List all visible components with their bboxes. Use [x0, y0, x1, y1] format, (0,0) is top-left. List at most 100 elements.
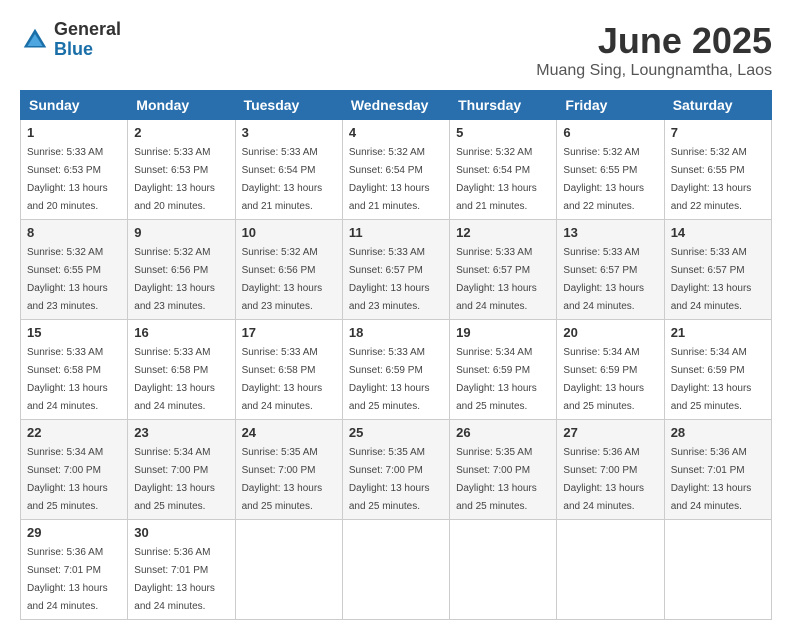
logo-blue: Blue: [54, 40, 121, 60]
day-info: Sunrise: 5:36 AMSunset: 7:01 PMDaylight:…: [134, 547, 215, 612]
table-row: [664, 520, 771, 620]
logo-general: General: [54, 20, 121, 40]
col-wednesday: Wednesday: [342, 91, 449, 120]
day-info: Sunrise: 5:34 AMSunset: 7:00 PMDaylight:…: [134, 447, 215, 512]
col-thursday: Thursday: [450, 91, 557, 120]
table-row: 9 Sunrise: 5:32 AMSunset: 6:56 PMDaylight…: [128, 220, 235, 320]
table-row: 11 Sunrise: 5:33 AMSunset: 6:57 PMDayligh…: [342, 220, 449, 320]
day-number: 29: [27, 525, 121, 540]
table-row: [235, 520, 342, 620]
day-info: Sunrise: 5:33 AMSunset: 6:58 PMDaylight:…: [242, 347, 323, 412]
day-info: Sunrise: 5:33 AMSunset: 6:57 PMDaylight:…: [456, 247, 537, 312]
day-number: 4: [349, 125, 443, 140]
day-number: 13: [563, 225, 657, 240]
day-info: Sunrise: 5:34 AMSunset: 6:59 PMDaylight:…: [563, 347, 644, 412]
day-info: Sunrise: 5:35 AMSunset: 7:00 PMDaylight:…: [349, 447, 430, 512]
table-row: 29 Sunrise: 5:36 AMSunset: 7:01 PMDayligh…: [21, 520, 128, 620]
table-row: 21 Sunrise: 5:34 AMSunset: 6:59 PMDayligh…: [664, 320, 771, 420]
day-info: Sunrise: 5:33 AMSunset: 6:53 PMDaylight:…: [27, 147, 108, 212]
day-info: Sunrise: 5:33 AMSunset: 6:58 PMDaylight:…: [27, 347, 108, 412]
day-info: Sunrise: 5:33 AMSunset: 6:58 PMDaylight:…: [134, 347, 215, 412]
day-number: 19: [456, 325, 550, 340]
day-info: Sunrise: 5:33 AMSunset: 6:59 PMDaylight:…: [349, 347, 430, 412]
calendar-title: June 2025: [536, 20, 772, 62]
table-row: 19 Sunrise: 5:34 AMSunset: 6:59 PMDayligh…: [450, 320, 557, 420]
table-row: 15 Sunrise: 5:33 AMSunset: 6:58 PMDayligh…: [21, 320, 128, 420]
table-row: 6 Sunrise: 5:32 AMSunset: 6:55 PMDaylight…: [557, 120, 664, 220]
day-info: Sunrise: 5:33 AMSunset: 6:57 PMDaylight:…: [349, 247, 430, 312]
day-number: 8: [27, 225, 121, 240]
col-tuesday: Tuesday: [235, 91, 342, 120]
day-info: Sunrise: 5:34 AMSunset: 7:00 PMDaylight:…: [27, 447, 108, 512]
day-number: 21: [671, 325, 765, 340]
table-row: 12 Sunrise: 5:33 AMSunset: 6:57 PMDayligh…: [450, 220, 557, 320]
table-row: 13 Sunrise: 5:33 AMSunset: 6:57 PMDayligh…: [557, 220, 664, 320]
day-info: Sunrise: 5:36 AMSunset: 7:01 PMDaylight:…: [671, 447, 752, 512]
day-info: Sunrise: 5:36 AMSunset: 7:00 PMDaylight:…: [563, 447, 644, 512]
table-row: 14 Sunrise: 5:33 AMSunset: 6:57 PMDayligh…: [664, 220, 771, 320]
day-info: Sunrise: 5:35 AMSunset: 7:00 PMDaylight:…: [456, 447, 537, 512]
day-number: 2: [134, 125, 228, 140]
title-area: June 2025 Muang Sing, Loungnamtha, Laos: [536, 20, 772, 80]
table-row: 22Sunrise: 5:34 AMSunset: 7:00 PMDayligh…: [21, 420, 128, 520]
day-info: Sunrise: 5:32 AMSunset: 6:55 PMDaylight:…: [563, 147, 644, 212]
table-row: 20Sunrise: 5:34 AMSunset: 6:59 PMDayligh…: [557, 320, 664, 420]
day-number: 28: [671, 425, 765, 440]
day-number: 17: [242, 325, 336, 340]
table-row: [557, 520, 664, 620]
day-number: 11: [349, 225, 443, 240]
col-saturday: Saturday: [664, 91, 771, 120]
logo: General Blue: [20, 20, 121, 60]
table-row: [342, 520, 449, 620]
day-number: 10: [242, 225, 336, 240]
day-number: 25: [349, 425, 443, 440]
day-number: 12: [456, 225, 550, 240]
table-row: 27 Sunrise: 5:36 AMSunset: 7:00 PMDayligh…: [557, 420, 664, 520]
day-number: 15: [27, 325, 121, 340]
day-number: 1: [27, 125, 121, 140]
day-number: 24: [242, 425, 336, 440]
day-info: Sunrise: 5:33 AMSunset: 6:57 PMDaylight:…: [563, 247, 644, 312]
col-sunday: Sunday: [21, 91, 128, 120]
day-info: Sunrise: 5:33 AMSunset: 6:57 PMDaylight:…: [671, 247, 752, 312]
day-number: 6: [563, 125, 657, 140]
table-row: 23 Sunrise: 5:34 AMSunset: 7:00 PMDayligh…: [128, 420, 235, 520]
calendar-subtitle: Muang Sing, Loungnamtha, Laos: [536, 62, 772, 80]
calendar-table: Sunday Monday Tuesday Wednesday Thursday…: [20, 90, 772, 620]
col-friday: Friday: [557, 91, 664, 120]
day-number: 14: [671, 225, 765, 240]
table-row: 24Sunrise: 5:35 AMSunset: 7:00 PMDayligh…: [235, 420, 342, 520]
table-row: 18Sunrise: 5:33 AMSunset: 6:59 PMDayligh…: [342, 320, 449, 420]
logo-text: General Blue: [54, 20, 121, 60]
col-monday: Monday: [128, 91, 235, 120]
day-number: 16: [134, 325, 228, 340]
day-info: Sunrise: 5:33 AMSunset: 6:54 PMDaylight:…: [242, 147, 323, 212]
table-row: [450, 520, 557, 620]
day-info: Sunrise: 5:34 AMSunset: 6:59 PMDaylight:…: [671, 347, 752, 412]
table-row: 8Sunrise: 5:32 AMSunset: 6:55 PMDaylight…: [21, 220, 128, 320]
day-number: 27: [563, 425, 657, 440]
table-row: 30Sunrise: 5:36 AMSunset: 7:01 PMDayligh…: [128, 520, 235, 620]
day-number: 9: [134, 225, 228, 240]
table-row: 5 Sunrise: 5:32 AMSunset: 6:54 PMDaylight…: [450, 120, 557, 220]
day-info: Sunrise: 5:36 AMSunset: 7:01 PMDaylight:…: [27, 547, 108, 612]
calendar-header-row: Sunday Monday Tuesday Wednesday Thursday…: [21, 91, 772, 120]
day-number: 26: [456, 425, 550, 440]
day-info: Sunrise: 5:32 AMSunset: 6:56 PMDaylight:…: [134, 247, 215, 312]
day-number: 3: [242, 125, 336, 140]
table-row: 25 Sunrise: 5:35 AMSunset: 7:00 PMDayligh…: [342, 420, 449, 520]
logo-icon: [20, 25, 50, 55]
table-row: 4 Sunrise: 5:32 AMSunset: 6:54 PMDaylight…: [342, 120, 449, 220]
day-number: 5: [456, 125, 550, 140]
day-info: Sunrise: 5:32 AMSunset: 6:54 PMDaylight:…: [349, 147, 430, 212]
day-info: Sunrise: 5:34 AMSunset: 6:59 PMDaylight:…: [456, 347, 537, 412]
day-info: Sunrise: 5:33 AMSunset: 6:53 PMDaylight:…: [134, 147, 215, 212]
day-number: 7: [671, 125, 765, 140]
table-row: 28 Sunrise: 5:36 AMSunset: 7:01 PMDayligh…: [664, 420, 771, 520]
table-row: 7Sunrise: 5:32 AMSunset: 6:55 PMDaylight…: [664, 120, 771, 220]
day-info: Sunrise: 5:32 AMSunset: 6:54 PMDaylight:…: [456, 147, 537, 212]
table-row: 10 Sunrise: 5:32 AMSunset: 6:56 PMDayligh…: [235, 220, 342, 320]
day-number: 23: [134, 425, 228, 440]
table-row: 26 Sunrise: 5:35 AMSunset: 7:00 PMDayligh…: [450, 420, 557, 520]
day-info: Sunrise: 5:32 AMSunset: 6:56 PMDaylight:…: [242, 247, 323, 312]
